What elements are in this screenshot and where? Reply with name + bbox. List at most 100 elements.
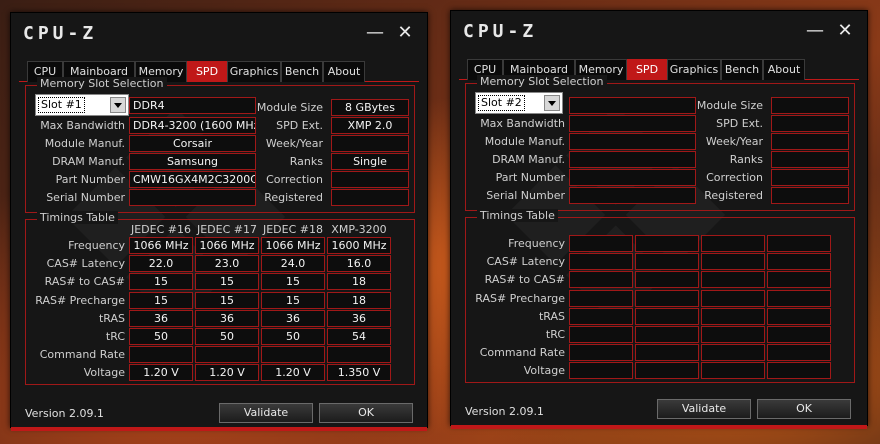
timing-cell	[635, 253, 699, 270]
minimize-icon[interactable]: —	[363, 21, 387, 45]
close-icon[interactable]: ✕	[393, 21, 417, 45]
slot-select[interactable]: Slot #1	[35, 94, 129, 116]
slot-select-value: Slot #2	[478, 95, 525, 111]
ranks-field: Single	[331, 153, 409, 170]
max-bandwidth-field: DDR4-3200 (1600 MHz)	[129, 117, 256, 134]
minimize-icon[interactable]: —	[803, 19, 827, 43]
week-year-field	[771, 133, 849, 150]
tab-bench[interactable]: Bench	[721, 59, 763, 80]
chevron-down-icon[interactable]	[110, 97, 126, 113]
ranks-field	[771, 151, 849, 168]
timing-cell	[569, 271, 633, 288]
module-manuf-label: Module Manuf.	[44, 137, 125, 150]
tab-graphics[interactable]: Graphics	[667, 59, 721, 80]
module-size-field: 8 GBytes	[331, 99, 409, 116]
timing-cell	[635, 235, 699, 252]
ranks-label: Ranks	[289, 155, 323, 168]
validate-button[interactable]: Validate	[219, 403, 313, 423]
timing-cell	[327, 346, 391, 363]
timing-row-label: Command Rate	[479, 346, 565, 359]
chevron-down-icon[interactable]	[544, 95, 560, 111]
ok-button[interactable]: OK	[757, 399, 851, 419]
registered-field	[331, 189, 409, 206]
validate-button[interactable]: Validate	[657, 399, 751, 419]
timing-row-label: tRAS	[98, 312, 125, 325]
tab-bench[interactable]: Bench	[281, 61, 323, 82]
tab-spd[interactable]: SPD	[187, 61, 227, 82]
memory-type-field	[569, 97, 696, 114]
timing-cell	[701, 362, 765, 379]
serial-number-label: Serial Number	[486, 189, 565, 202]
timing-cell: 18	[327, 292, 391, 309]
timing-cell: 16.0	[327, 255, 391, 272]
version-label: Version 2.09.1	[25, 407, 104, 420]
week-year-label: Week/Year	[265, 137, 323, 150]
timing-cell: 36	[195, 310, 259, 327]
version-label: Version 2.09.1	[465, 405, 544, 418]
part-number-label: Part Number	[55, 173, 125, 186]
timing-cell: 1066 MHz	[129, 237, 193, 254]
timing-cell	[701, 326, 765, 343]
timing-row-label: tRC	[105, 330, 125, 343]
tab-spd[interactable]: SPD	[627, 59, 667, 80]
timing-cell	[767, 235, 831, 252]
registered-field	[771, 187, 849, 204]
part-number-field	[569, 169, 696, 186]
timing-cell: 1600 MHz	[327, 237, 391, 254]
module-size-label: Module Size	[696, 99, 763, 112]
timing-cell	[701, 290, 765, 307]
memory-slot-label: Memory Slot Selection	[37, 77, 167, 90]
memory-type-field: DDR4	[129, 97, 256, 114]
timing-cell: 1066 MHz	[195, 237, 259, 254]
title-bar[interactable]: CPU-Z — ✕	[451, 11, 867, 53]
timing-cell: 1.20 V	[261, 364, 325, 381]
timing-cell: 15	[195, 292, 259, 309]
timing-cell	[195, 346, 259, 363]
module-manuf-field	[569, 133, 696, 150]
timing-row-label: RAS# to CAS#	[44, 275, 125, 288]
timing-cell: 1.20 V	[195, 364, 259, 381]
tab-graphics[interactable]: Graphics	[227, 61, 281, 82]
tab-about[interactable]: About	[323, 61, 365, 82]
timing-cell	[767, 271, 831, 288]
correction-label: Correction	[266, 173, 323, 186]
timing-cell	[767, 253, 831, 270]
spd-ext-field	[771, 115, 849, 132]
timing-cell	[767, 344, 831, 361]
spd-ext-label: SPD Ext.	[276, 119, 323, 132]
module-manuf-label: Module Manuf.	[484, 135, 565, 148]
title-bar[interactable]: CPU-Z — ✕	[11, 13, 427, 55]
timings-label: Timings Table	[37, 211, 118, 224]
timing-row-label: RAS# Precharge	[35, 294, 125, 307]
timing-cell	[701, 344, 765, 361]
timing-row-label: CAS# Latency	[46, 257, 125, 270]
timing-cell	[701, 235, 765, 252]
spd-ext-label: SPD Ext.	[716, 117, 763, 130]
timing-cell	[701, 308, 765, 325]
timing-cell: 1066 MHz	[261, 237, 325, 254]
timing-col-header: JEDEC #16	[130, 223, 191, 236]
timing-row-label: Frequency	[508, 237, 565, 250]
timing-cell	[569, 326, 633, 343]
tab-about[interactable]: About	[763, 59, 805, 80]
serial-number-field	[569, 187, 696, 204]
week-year-label: Week/Year	[705, 135, 763, 148]
slot-select[interactable]: Slot #2	[475, 92, 563, 114]
registered-label: Registered	[264, 191, 323, 204]
spd-ext-field: XMP 2.0	[331, 117, 409, 134]
timing-row-label: tRAS	[538, 310, 565, 323]
timing-cell	[569, 308, 633, 325]
timing-cell: 36	[327, 310, 391, 327]
timing-cell: 23.0	[195, 255, 259, 272]
ok-button[interactable]: OK	[319, 403, 413, 423]
timing-row-label: Command Rate	[39, 348, 125, 361]
module-manuf-field: Corsair	[129, 135, 256, 152]
correction-field	[771, 169, 849, 186]
timing-cell	[767, 290, 831, 307]
app-logo: CPU-Z	[23, 23, 98, 44]
timing-cell	[569, 235, 633, 252]
timing-cell: 50	[261, 328, 325, 345]
close-icon[interactable]: ✕	[833, 19, 857, 43]
part-number-label: Part Number	[495, 171, 565, 184]
correction-field	[331, 171, 409, 188]
